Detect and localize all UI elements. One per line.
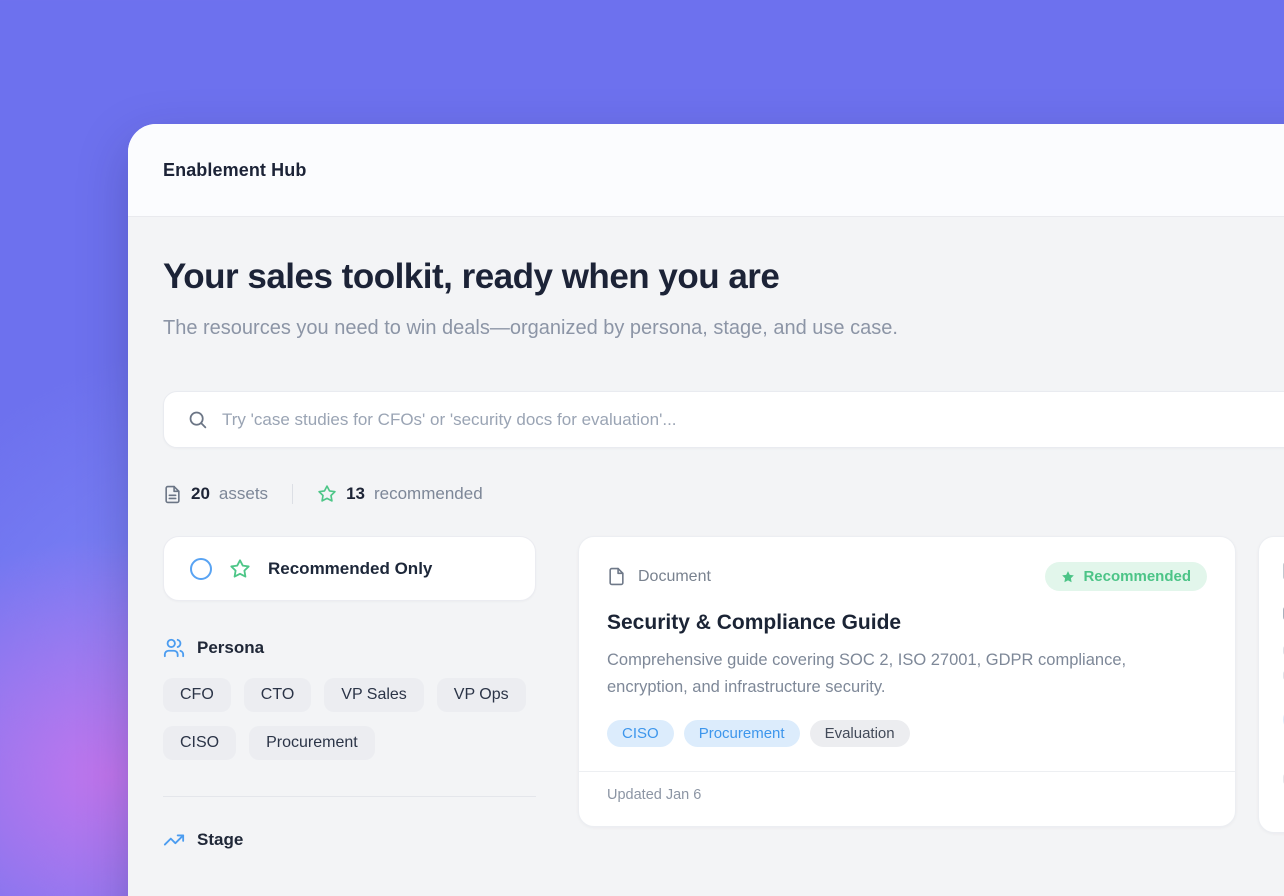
recommended-only-toggle[interactable]: Recommended Only bbox=[163, 536, 536, 601]
asset-card-partially-visible[interactable] bbox=[1258, 536, 1284, 833]
users-icon bbox=[163, 637, 185, 659]
asset-title: Security & Compliance Guide bbox=[607, 611, 1207, 635]
asset-card-security-compliance-guide[interactable]: Document Recommended Security & Complian… bbox=[578, 536, 1236, 827]
star-icon bbox=[1061, 570, 1075, 584]
asset-card-grid: Document Recommended Security & Complian… bbox=[578, 536, 1284, 833]
assets-count-value: 20 bbox=[191, 484, 210, 504]
search-input[interactable] bbox=[222, 410, 1284, 430]
page-subtitle: The resources you need to win deals—orga… bbox=[163, 311, 983, 345]
file-text-icon bbox=[163, 485, 182, 504]
main-content: Your sales toolkit, ready when you are T… bbox=[128, 257, 1284, 851]
stats-divider bbox=[292, 484, 293, 504]
sidebar-divider bbox=[163, 796, 536, 797]
persona-chip-procurement[interactable]: Procurement bbox=[249, 726, 375, 760]
recommended-badge-label: Recommended bbox=[1083, 568, 1191, 585]
recommended-count-label: recommended bbox=[374, 484, 483, 504]
stats-row: 20 assets 13 recommended bbox=[163, 484, 1284, 504]
asset-description: Comprehensive guide covering SOC 2, ISO … bbox=[607, 647, 1207, 701]
stage-section-label: Stage bbox=[197, 830, 243, 850]
star-icon bbox=[317, 484, 337, 504]
file-icon bbox=[607, 567, 626, 586]
enablement-hub-window: Enablement Hub Your sales toolkit, ready… bbox=[128, 124, 1284, 896]
persona-section-header: Persona bbox=[163, 637, 536, 659]
trending-up-icon bbox=[163, 829, 185, 851]
persona-chip-ciso[interactable]: CISO bbox=[163, 726, 236, 760]
persona-chip-vp-sales[interactable]: VP Sales bbox=[324, 678, 424, 712]
recommended-badge: Recommended bbox=[1045, 562, 1207, 591]
recommended-only-label: Recommended Only bbox=[268, 559, 432, 579]
persona-chip-cto[interactable]: CTO bbox=[244, 678, 311, 712]
page-title: Your sales toolkit, ready when you are bbox=[163, 257, 1284, 297]
persona-filter-chips: CFO CTO VP Sales VP Ops CISO Procurement bbox=[163, 678, 536, 760]
asset-type-label: Document bbox=[638, 568, 711, 586]
assets-count-label: assets bbox=[219, 484, 268, 504]
asset-updated-date: Updated Jan 6 bbox=[579, 771, 1235, 826]
recommended-count-value: 13 bbox=[346, 484, 365, 504]
star-icon bbox=[229, 558, 251, 580]
tag-ciso: CISO bbox=[607, 720, 674, 747]
search-bar[interactable] bbox=[163, 391, 1284, 448]
assets-count: 20 assets bbox=[163, 484, 268, 504]
asset-tags: CISO Procurement Evaluation bbox=[607, 720, 1207, 771]
persona-section-label: Persona bbox=[197, 638, 264, 658]
persona-chip-cfo[interactable]: CFO bbox=[163, 678, 231, 712]
filter-sidebar: Recommended Only Persona CFO CTO VP Sale… bbox=[163, 536, 536, 851]
tag-procurement: Procurement bbox=[684, 720, 800, 747]
radio-circle-icon[interactable] bbox=[190, 558, 212, 580]
top-bar: Enablement Hub bbox=[128, 124, 1284, 217]
stage-section-header: Stage bbox=[163, 829, 536, 851]
app-title: Enablement Hub bbox=[163, 160, 306, 181]
tag-evaluation: Evaluation bbox=[810, 720, 910, 747]
recommended-count: 13 recommended bbox=[317, 484, 483, 504]
persona-chip-vp-ops[interactable]: VP Ops bbox=[437, 678, 526, 712]
search-icon bbox=[187, 409, 208, 430]
